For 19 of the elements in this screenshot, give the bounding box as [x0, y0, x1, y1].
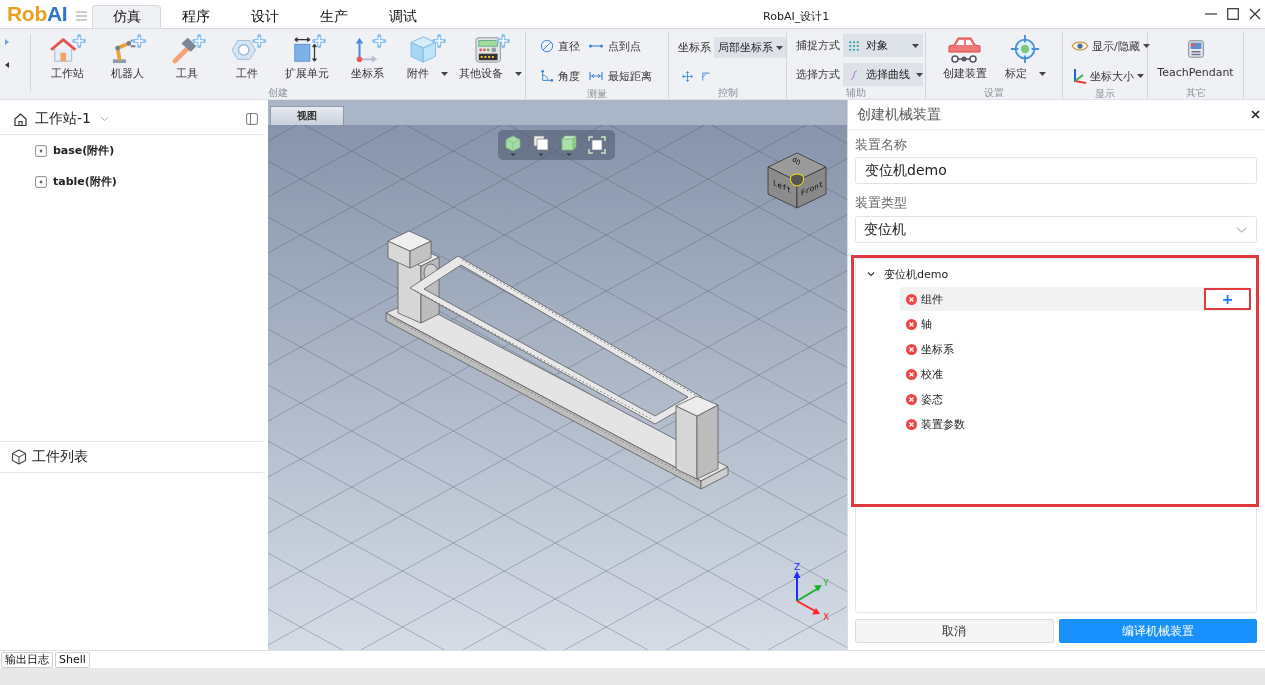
field-label: 选择方式: [796, 67, 840, 82]
window-title: RobAI_设计1: [763, 9, 830, 23]
group-label: 显示: [1094, 88, 1116, 100]
panel-title: 创建机械装置: [857, 105, 941, 124]
group-label: 其它: [1184, 87, 1207, 99]
axis-label: Z: [793, 562, 801, 572]
group-label: 设置: [983, 87, 1005, 99]
axis-label: Y: [823, 578, 829, 588]
field-label: 捕捉方式: [796, 38, 840, 53]
field-label: 坐标系: [678, 40, 711, 55]
group-label: 控制: [716, 87, 739, 99]
field-label: 装置类型: [855, 195, 908, 211]
section-title: 工件列表: [32, 448, 88, 466]
group-label: 测量: [586, 88, 608, 100]
group-label: 辅助: [845, 87, 867, 99]
field-label: 装置名称: [855, 137, 908, 153]
axis-label: X: [822, 612, 830, 622]
app-logo: RobAI: [7, 2, 68, 26]
group-label: 创建: [267, 87, 289, 99]
